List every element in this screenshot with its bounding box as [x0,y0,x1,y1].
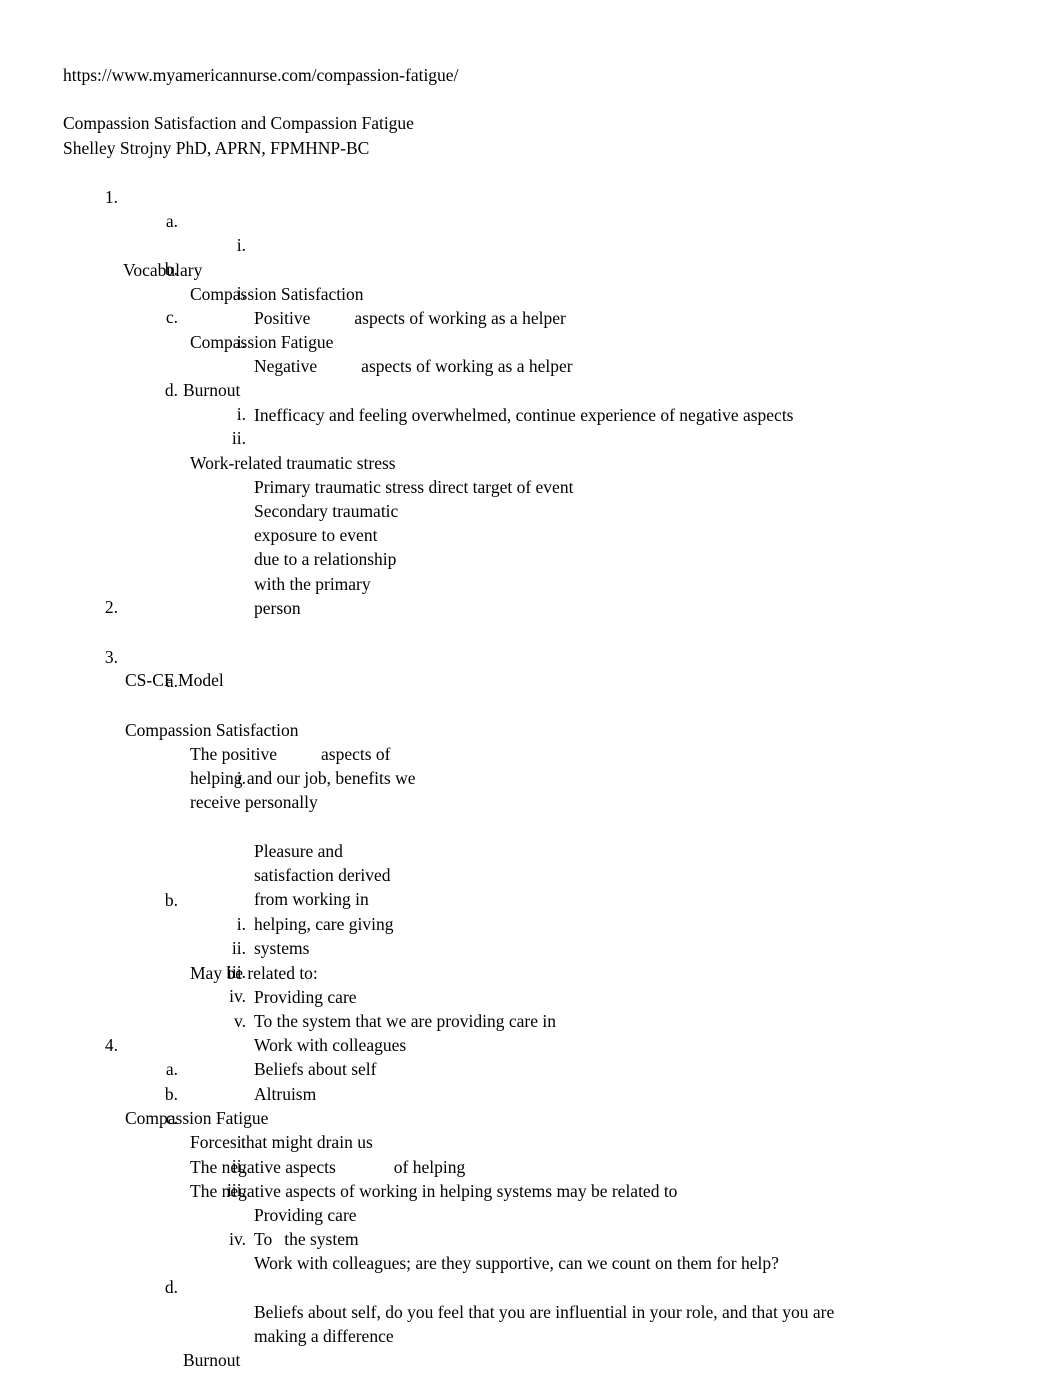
list-marker: b. [164,890,178,910]
list-marker: ii. [231,1156,246,1176]
outline-text: Burnout [183,1349,241,1370]
list-marker: b. [164,259,178,279]
list-marker: c. [165,1108,178,1128]
list-marker: iii. [227,962,246,982]
list-marker: i. [236,332,246,352]
outline-item-4c-iv: iv. Beliefs about self, do you feel that… [212,1227,854,1377]
list-marker: c. [165,307,178,327]
list-marker: ii. [231,428,246,448]
list-marker: d. [164,380,178,400]
outline-text: Secondary traumatic exposure to event du… [254,500,403,619]
list-marker: ii. [231,938,246,958]
outline-text-part-a: The positive [190,743,277,764]
document-page: https://www.myamericannurse.com/compassi… [0,0,1062,1377]
list-marker: i. [236,235,246,255]
list-marker: 1. [104,187,118,207]
list-marker: d. [164,1277,178,1297]
outline-item-1d-ii: ii. Secondary traumatic exposure to even… [212,426,406,669]
list-marker: a. [165,671,178,691]
list-marker: a. [165,211,178,231]
outline-text: Beliefs about self, do you feel that you… [254,1301,839,1347]
list-marker: a. [165,1059,178,1079]
list-marker: 2. [104,597,118,617]
list-marker: 3. [104,647,118,667]
list-marker: i. [236,1132,246,1152]
document-title: Compassion Satisfaction and Compassion F… [63,113,414,133]
list-marker: 4. [104,1035,118,1055]
list-marker: i. [236,404,246,424]
list-marker: i. [236,914,246,934]
document-author: Shelley Strojny PhD, APRN, FPMHNP-BC [63,138,370,158]
outline-item-4d: d. Burnout [152,1275,241,1377]
list-marker: v. [234,1011,246,1031]
source-url: https://www.myamericannurse.com/compassi… [63,65,459,85]
list-marker: iii. [227,1180,246,1200]
list-marker: i. [236,768,246,788]
list-marker: b. [164,1084,178,1104]
list-marker: iv. [229,986,246,1006]
list-marker: iv. [229,1229,246,1249]
list-marker: i. [236,283,246,303]
